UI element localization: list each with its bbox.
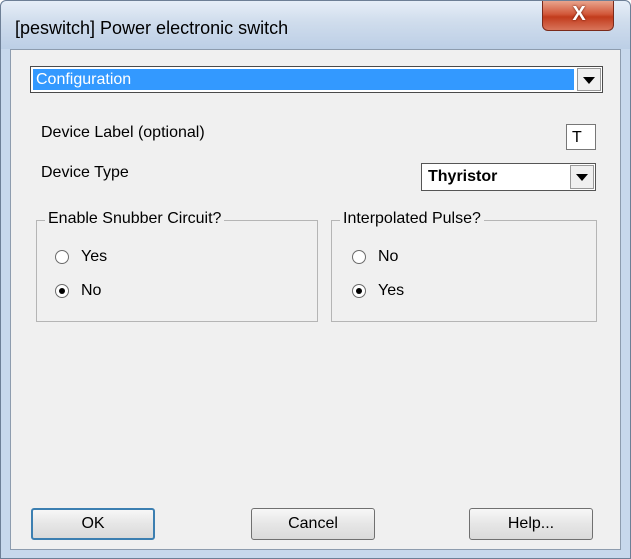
device-type-label: Device Type bbox=[41, 164, 129, 181]
radio-button-icon[interactable] bbox=[352, 250, 366, 264]
dialog-window: [peswitch] Power electronic switch X Con… bbox=[0, 0, 631, 559]
interpolated-pulse-group: Interpolated Pulse? No Yes bbox=[331, 210, 597, 322]
radio-button-checked-icon[interactable] bbox=[352, 284, 366, 298]
device-type-arrow-icon[interactable] bbox=[570, 165, 594, 189]
snubber-option-yes-label: Yes bbox=[81, 248, 108, 265]
radio-button-icon[interactable] bbox=[55, 250, 69, 264]
snubber-group: Enable Snubber Circuit? Yes No bbox=[36, 210, 318, 322]
title-bar[interactable]: [peswitch] Power electronic switch X bbox=[1, 1, 630, 49]
radio-button-checked-icon[interactable] bbox=[55, 284, 69, 298]
dialog-body: Configuration Device Label (optional) De… bbox=[10, 49, 621, 550]
pulse-option-yes-label: Yes bbox=[378, 282, 405, 299]
window-title: [peswitch] Power electronic switch bbox=[15, 18, 289, 38]
section-dropdown-value: Configuration bbox=[33, 69, 574, 90]
cancel-button[interactable]: Cancel bbox=[251, 508, 375, 540]
help-button[interactable]: Help... bbox=[469, 508, 593, 540]
device-label-input[interactable] bbox=[566, 124, 596, 150]
section-dropdown[interactable]: Configuration bbox=[30, 66, 603, 93]
device-type-value: Thyristor bbox=[428, 168, 498, 185]
device-label-label: Device Label (optional) bbox=[41, 124, 205, 141]
ok-button[interactable]: OK bbox=[31, 508, 155, 540]
pulse-option-no-label: No bbox=[378, 248, 399, 265]
interpolated-pulse-group-title: Interpolated Pulse? bbox=[340, 210, 484, 228]
snubber-group-title: Enable Snubber Circuit? bbox=[45, 210, 225, 228]
section-dropdown-arrow-icon[interactable] bbox=[577, 68, 601, 91]
close-button[interactable]: X bbox=[542, 1, 614, 31]
device-type-dropdown[interactable]: Thyristor bbox=[421, 163, 596, 191]
close-icon: X bbox=[572, 3, 586, 25]
snubber-option-no-label: No bbox=[81, 282, 102, 299]
